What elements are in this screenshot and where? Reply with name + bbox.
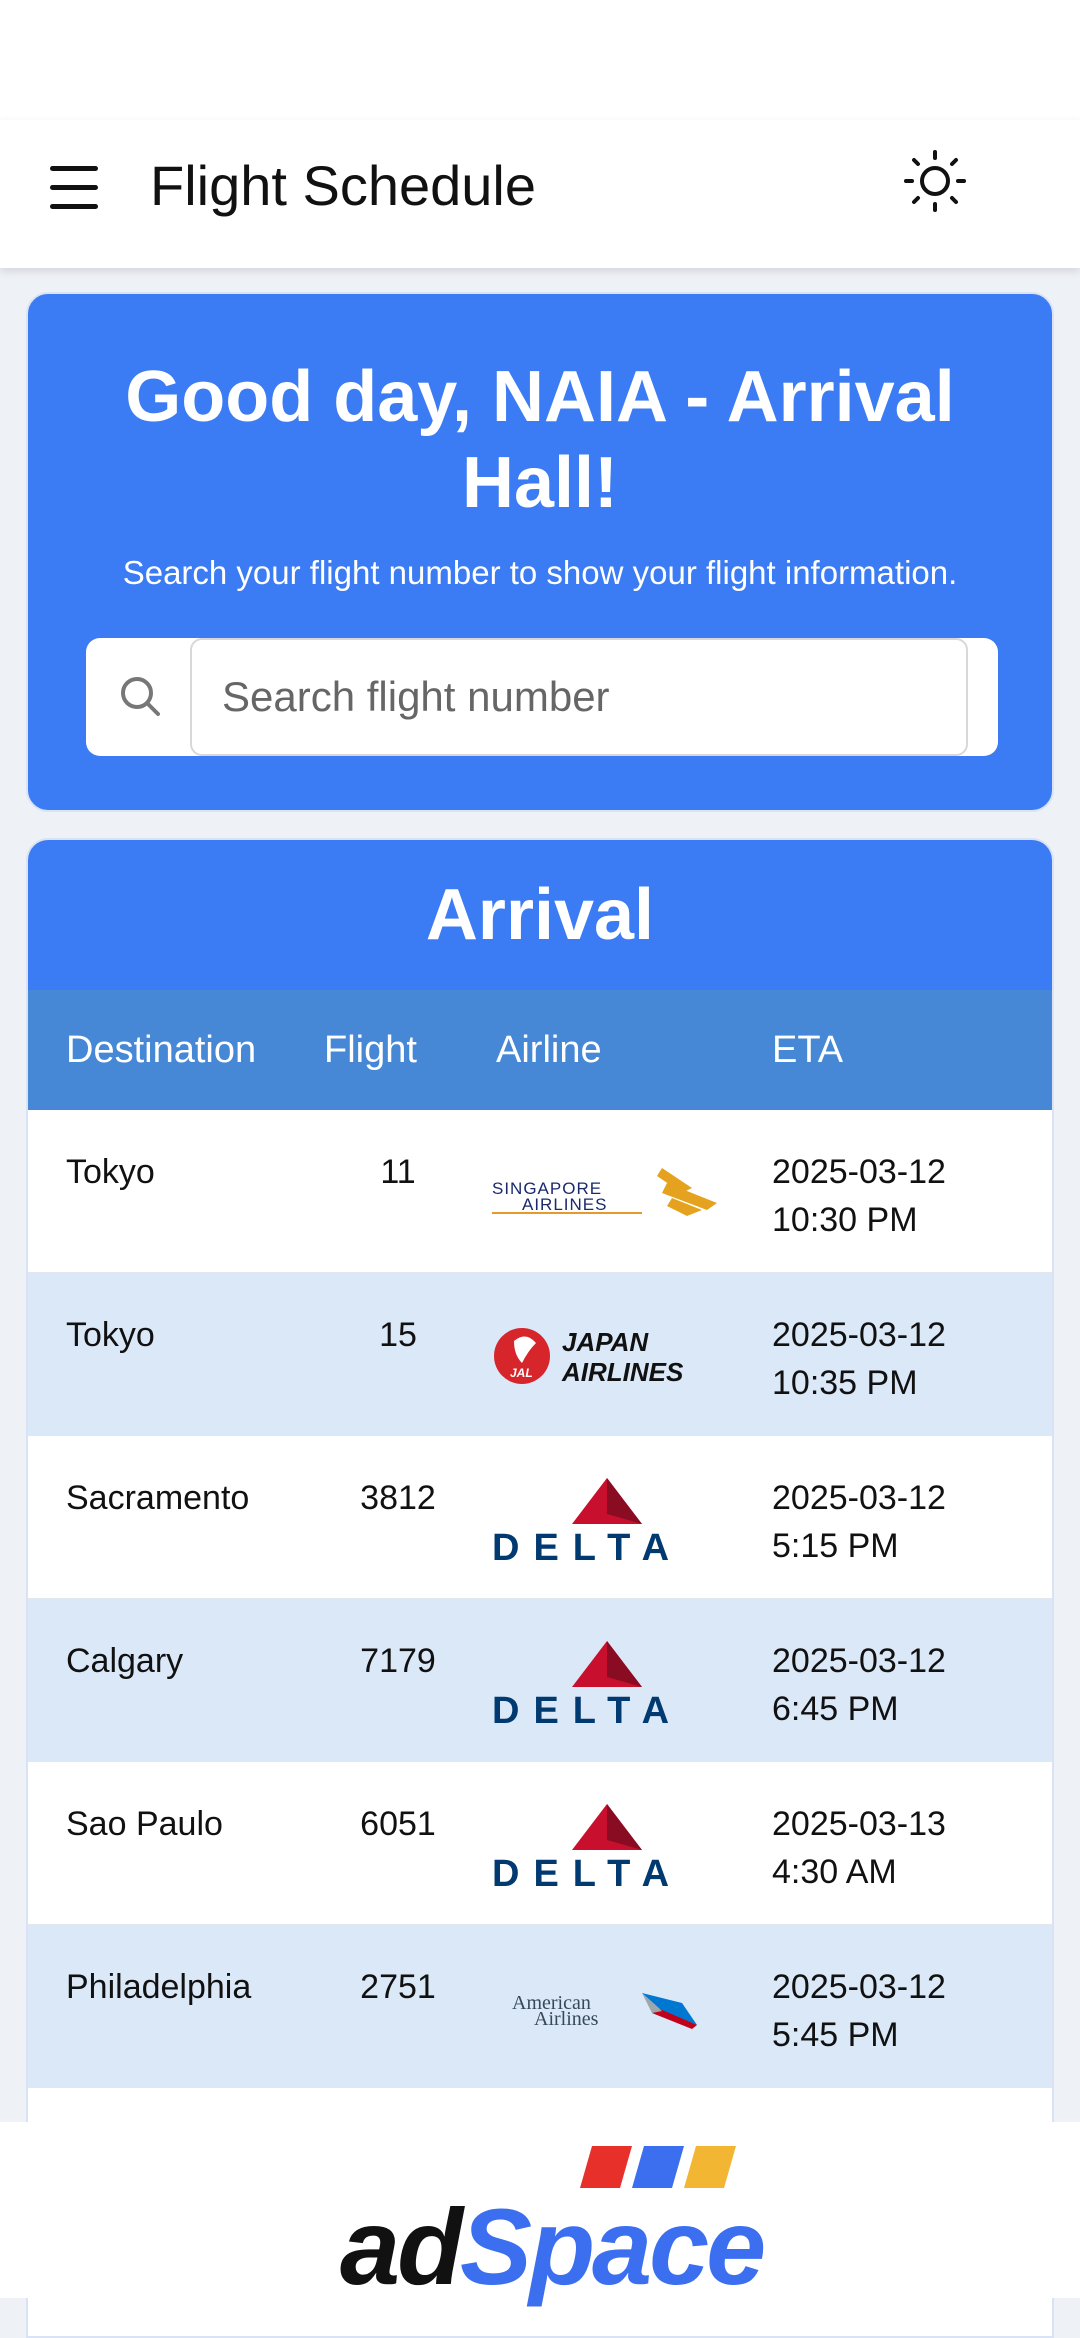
american-airlines-logo: American Airlines xyxy=(512,1992,697,2030)
svg-text:DELTA: DELTA xyxy=(492,1853,683,1890)
menu-button[interactable] xyxy=(46,158,106,218)
table-row[interactable]: Philadelphia 2751 American Airlines 2025… xyxy=(28,1925,1052,2088)
table-row[interactable]: Sacramento 3812 DELTA 2025-03-12 5:15 PM xyxy=(28,1436,1052,1599)
adspace-logo: adSpace xyxy=(340,2186,766,2307)
singapore-airlines-logo: SINGAPORE AIRLINES xyxy=(492,1168,717,1216)
destination-cell: Sacramento xyxy=(66,1479,250,1517)
hamburger-icon xyxy=(50,166,98,171)
eta-cell: 2025-03-12 6:45 PM xyxy=(772,1642,946,1728)
column-header-destination: Destination xyxy=(66,1029,257,1071)
svg-text:DELTA: DELTA xyxy=(492,1690,683,1727)
table-row[interactable]: Tokyo 15 JAL JAPAN AIRLINES 2025-03-12 1… xyxy=(28,1273,1052,1436)
delta-logo: DELTA xyxy=(492,1478,683,1564)
table-row[interactable]: Calgary 7179 DELTA 2025-03-12 6:45 PM xyxy=(28,1599,1052,1762)
welcome-card: Good day, NAIA - Arrival Hall! Search yo… xyxy=(26,292,1054,812)
destination-cell: Tokyo xyxy=(66,1316,155,1354)
eta-cell: 2025-03-12 10:30 PM xyxy=(772,1153,946,1239)
search-icon xyxy=(121,677,160,716)
svg-text:DELTA: DELTA xyxy=(492,1527,683,1564)
svg-text:AIRLINES: AIRLINES xyxy=(561,1357,684,1387)
flight-cell: 2751 xyxy=(360,1968,436,2006)
eta-cell: 2025-03-13 4:30 AM xyxy=(772,1805,946,1891)
flight-cell: 7179 xyxy=(360,1642,436,1680)
ad-banner[interactable]: adSpace xyxy=(0,2122,1080,2302)
destination-cell: Tokyo xyxy=(66,1153,155,1191)
eta-cell: 2025-03-12 5:15 PM xyxy=(772,1479,946,1565)
destination-cell: Philadelphia xyxy=(66,1968,252,2006)
page-title: Flight Schedule xyxy=(150,154,537,217)
eta-cell: 2025-03-12 10:35 PM xyxy=(772,1316,946,1402)
svg-text:JAL: JAL xyxy=(510,1366,533,1380)
adspace-logo-stripes xyxy=(580,2146,736,2188)
column-header-airline: Airline xyxy=(496,1029,602,1071)
sun-icon[interactable] xyxy=(900,146,970,216)
column-header-eta: ETA xyxy=(772,1029,844,1071)
welcome-title: Good day, NAIA - Arrival Hall! xyxy=(125,357,955,523)
search-input[interactable] xyxy=(190,638,968,756)
svg-text:AIRLINES: AIRLINES xyxy=(522,1195,607,1214)
flight-cell: 11 xyxy=(380,1153,416,1191)
column-header-flight: Flight xyxy=(324,1029,417,1071)
flight-cell: 15 xyxy=(379,1316,417,1354)
search-box xyxy=(86,638,998,756)
delta-logo: DELTA xyxy=(492,1804,683,1890)
eta-cell: 2025-03-12 5:45 PM xyxy=(772,1968,946,2054)
arrival-table-card: Arrival Destination Flight Airline ETA T… xyxy=(26,838,1054,2338)
japan-airlines-logo: JAL JAPAN AIRLINES xyxy=(494,1327,684,1387)
svg-text:JAPAN: JAPAN xyxy=(562,1327,649,1357)
table-row[interactable]: Tokyo 11 SINGAPORE AIRLINES 2025-03-12 1… xyxy=(28,1110,1052,1273)
delta-logo: DELTA xyxy=(492,1641,683,1727)
arrival-title: Arrival xyxy=(28,840,1052,990)
table-header: Destination Flight Airline ETA xyxy=(28,990,1052,1110)
flight-cell: 3812 xyxy=(360,1479,436,1517)
destination-cell: Sao Paulo xyxy=(66,1805,223,1843)
svg-text:Airlines: Airlines xyxy=(534,2008,599,2030)
destination-cell: Calgary xyxy=(66,1642,184,1680)
flight-cell: 6051 xyxy=(360,1805,436,1843)
status-bar xyxy=(0,0,1080,120)
welcome-subtitle: Search your flight number to show your f… xyxy=(122,554,958,591)
table-row[interactable]: Sao Paulo 6051 DELTA 2025-03-13 4:30 AM xyxy=(28,1762,1052,1925)
